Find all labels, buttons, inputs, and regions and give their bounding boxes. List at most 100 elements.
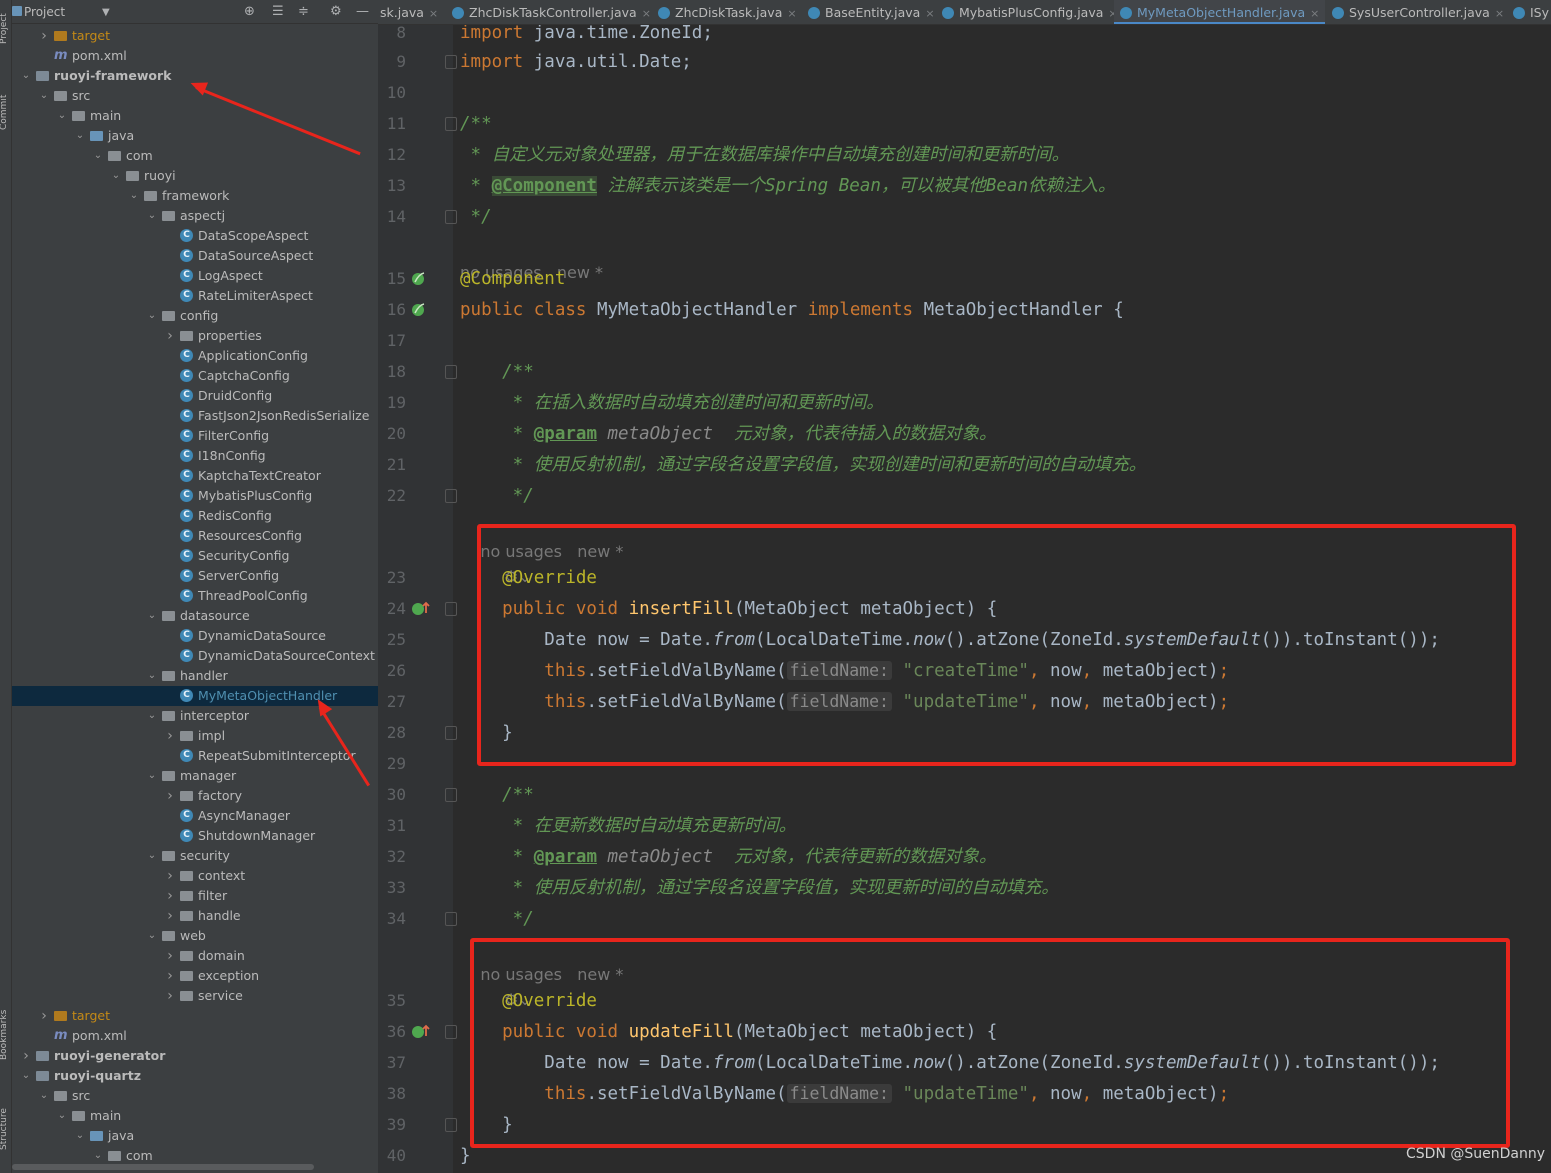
tree-item[interactable]: › impl — [12, 726, 378, 746]
fold-marker-icon[interactable] — [445, 55, 457, 69]
chevron-down-icon[interactable]: ⌄ — [74, 1126, 86, 1146]
tree-item[interactable]: C DruidConfig — [12, 386, 378, 406]
fold-marker-icon[interactable] — [445, 210, 457, 224]
tree-item[interactable]: ⌄ com — [12, 146, 378, 166]
tree-item[interactable]: C DataSourceAspect — [12, 246, 378, 266]
editor-tab[interactable]: ISy — [1513, 0, 1549, 24]
chevron-right-icon[interactable]: › — [38, 26, 50, 46]
tree-item[interactable]: C DynamicDataSource — [12, 626, 378, 646]
tree-item[interactable]: ⌄ manager — [12, 766, 378, 786]
fold-marker-icon[interactable] — [445, 788, 457, 802]
tree-item[interactable]: › ruoyi-generator — [12, 1046, 378, 1066]
tree-item[interactable]: C DynamicDataSourceContext — [12, 646, 378, 666]
editor-tab[interactable]: MyMetaObjectHandler.java × — [1114, 0, 1326, 24]
fold-marker-icon[interactable] — [445, 726, 457, 740]
tree-item[interactable]: C ApplicationConfig — [12, 346, 378, 366]
tree-item[interactable]: m pom.xml — [12, 1026, 378, 1046]
fold-marker-icon[interactable] — [445, 489, 457, 503]
tree-item[interactable]: › target — [12, 26, 378, 46]
chevron-right-icon[interactable]: › — [164, 966, 176, 986]
commit-tool-label[interactable]: Commit — [0, 95, 9, 130]
tree-item[interactable]: › exception — [12, 966, 378, 986]
tree-item[interactable]: ⌄ main — [12, 106, 378, 126]
tree-item[interactable]: › handle — [12, 906, 378, 926]
bean-icon[interactable] — [410, 300, 430, 320]
tree-item[interactable]: › service — [12, 986, 378, 1006]
tree-item[interactable]: ⌄ aspectj — [12, 206, 378, 226]
tree-item[interactable]: ⌄ java — [12, 1126, 378, 1146]
tree-item[interactable]: ⌄ src — [12, 1086, 378, 1106]
hide-panel-icon[interactable]: — — [356, 4, 369, 19]
tree-item[interactable]: ⌄ config — [12, 306, 378, 326]
project-panel-title[interactable]: Project — [24, 5, 65, 19]
fold-marker-icon[interactable] — [445, 602, 457, 616]
view-dropdown-icon[interactable]: ▼ — [102, 7, 110, 18]
gear-icon[interactable]: ⚙ — [330, 4, 342, 19]
chevron-down-icon[interactable]: ⌄ — [56, 106, 68, 126]
tree-item[interactable]: C FilterConfig — [12, 426, 378, 446]
chevron-down-icon[interactable]: ⌄ — [146, 706, 158, 726]
tree-item[interactable]: C RateLimiterAspect — [12, 286, 378, 306]
tree-item[interactable]: C RepeatSubmitInterceptor — [12, 746, 378, 766]
editor-tab[interactable]: sk.java × — [380, 0, 438, 24]
close-icon[interactable]: × — [1495, 7, 1504, 20]
chevron-right-icon[interactable]: › — [38, 1006, 50, 1026]
chevron-right-icon[interactable]: › — [164, 866, 176, 886]
fold-marker-icon[interactable] — [445, 912, 457, 926]
editor-tab[interactable]: SysUserController.java × — [1332, 0, 1504, 24]
chevron-down-icon[interactable]: ⌄ — [146, 846, 158, 866]
tree-item[interactable]: ⌄ security — [12, 846, 378, 866]
tree-item[interactable]: C ServerConfig — [12, 566, 378, 586]
fold-marker-icon[interactable] — [445, 1025, 457, 1039]
override-icon[interactable] — [410, 599, 430, 619]
chevron-right-icon[interactable]: › — [164, 906, 176, 926]
locate-file-icon[interactable]: ⊕ — [244, 4, 255, 19]
chevron-down-icon[interactable]: ⌄ — [146, 666, 158, 686]
chevron-down-icon[interactable]: ⌄ — [74, 126, 86, 146]
chevron-down-icon[interactable]: ⌄ — [92, 146, 104, 166]
tree-item[interactable]: › context — [12, 866, 378, 886]
close-icon[interactable]: × — [429, 7, 438, 20]
bean-icon[interactable] — [410, 269, 430, 289]
chevron-down-icon[interactable]: ⌄ — [146, 606, 158, 626]
close-icon[interactable]: × — [925, 7, 934, 20]
tree-item[interactable]: ⌄ com — [12, 1146, 378, 1166]
chevron-down-icon[interactable]: ⌄ — [146, 926, 158, 946]
chevron-down-icon[interactable]: ⌄ — [56, 1106, 68, 1126]
editor-tab[interactable]: MybatisPlusConfig.java × — [942, 0, 1118, 24]
chevron-right-icon[interactable]: › — [20, 1046, 32, 1066]
tree-item[interactable]: C I18nConfig — [12, 446, 378, 466]
tree-item[interactable]: C ShutdownManager — [12, 826, 378, 846]
tree-item[interactable]: ⌄ java — [12, 126, 378, 146]
tree-item[interactable]: C SecurityConfig — [12, 546, 378, 566]
override-icon[interactable] — [410, 1022, 430, 1042]
editor-tab[interactable]: ZhcDiskTaskController.java × — [452, 0, 651, 24]
chevron-down-icon[interactable]: ⌄ — [146, 306, 158, 326]
tree-item[interactable]: ⌄ framework — [12, 186, 378, 206]
fold-marker-icon[interactable] — [445, 117, 457, 131]
tree-horizontal-scrollbar[interactable] — [12, 1164, 314, 1170]
tree-item[interactable]: ⌄ web — [12, 926, 378, 946]
chevron-down-icon[interactable]: ⌄ — [110, 166, 122, 186]
fold-marker-icon[interactable] — [445, 1118, 457, 1132]
tree-item[interactable]: › factory — [12, 786, 378, 806]
tree-item[interactable]: C FastJson2JsonRedisSerialize — [12, 406, 378, 426]
expand-all-icon[interactable]: ☰ — [272, 4, 284, 19]
tree-item[interactable]: C LogAspect — [12, 266, 378, 286]
chevron-down-icon[interactable]: ⌄ — [128, 186, 140, 206]
chevron-right-icon[interactable]: › — [164, 886, 176, 906]
tree-item[interactable]: C DataScopeAspect — [12, 226, 378, 246]
tree-item[interactable]: › domain — [12, 946, 378, 966]
chevron-right-icon[interactable]: › — [164, 786, 176, 806]
tree-item[interactable]: C KaptchaTextCreator — [12, 466, 378, 486]
fold-marker-icon[interactable] — [445, 365, 457, 379]
tree-item[interactable]: C AsyncManager — [12, 806, 378, 826]
close-icon[interactable]: × — [642, 7, 651, 20]
tree-item[interactable]: m pom.xml — [12, 46, 378, 66]
chevron-right-icon[interactable]: › — [164, 946, 176, 966]
tree-item[interactable]: C CaptchaConfig — [12, 366, 378, 386]
chevron-down-icon[interactable]: ⌄ — [20, 1066, 32, 1086]
chevron-right-icon[interactable]: › — [164, 986, 176, 1006]
chevron-down-icon[interactable]: ⌄ — [92, 1146, 104, 1166]
editor-tab[interactable]: BaseEntity.java × — [808, 0, 935, 24]
